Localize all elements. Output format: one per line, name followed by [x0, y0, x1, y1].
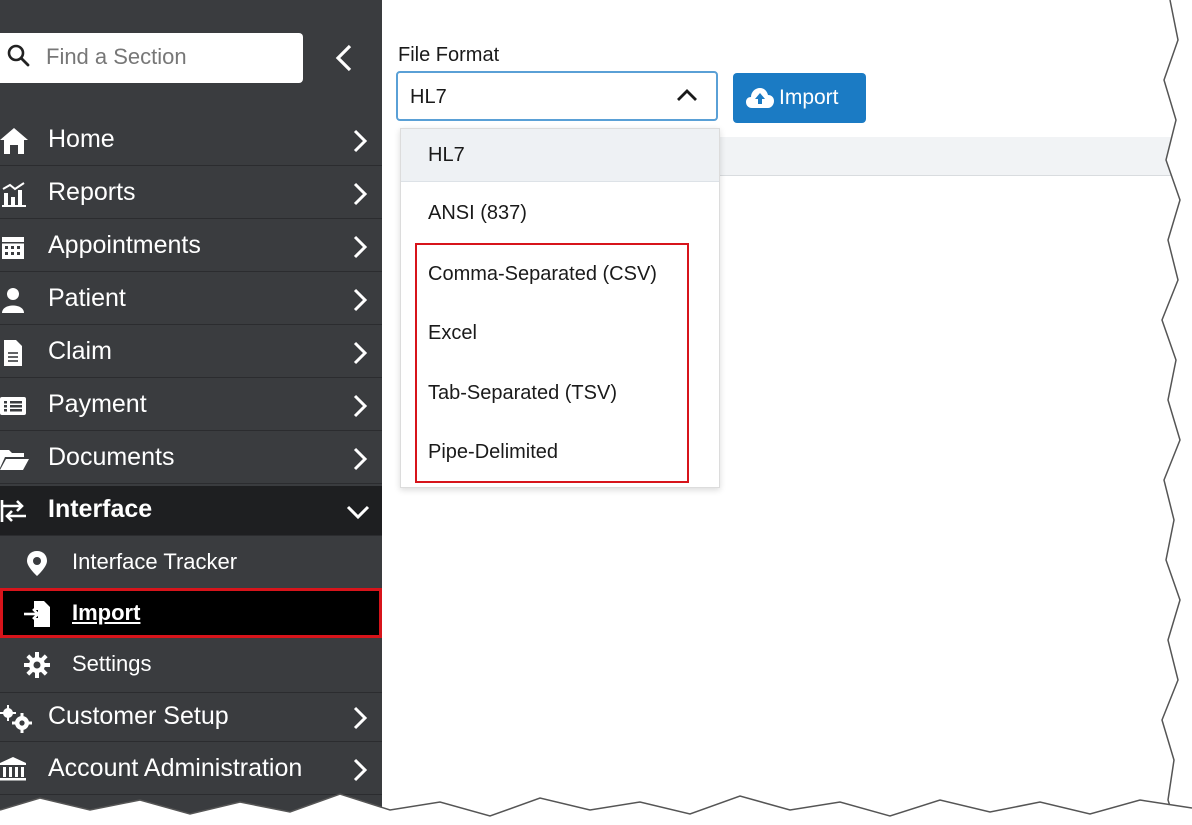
sidebar-item-reports[interactable]: Reports [0, 169, 382, 219]
document-icon [0, 340, 30, 366]
payment-icon [0, 393, 30, 419]
sidebar-item-label: Customer Setup [48, 702, 229, 730]
sidebar-item-interface[interactable]: Interface [0, 486, 382, 536]
file-format-label: File Format [398, 44, 500, 66]
dropdown-option-label: ANSI (837) [428, 202, 527, 224]
dropdown-option-excel[interactable]: Excel [401, 307, 719, 359]
map-pin-icon [24, 550, 50, 576]
dropdown-option-label: Excel [428, 322, 477, 344]
chevron-up-icon [676, 87, 698, 108]
user-icon [0, 287, 30, 313]
sidebar-item-customer-setup[interactable]: Customer Setup [0, 692, 382, 742]
content-header-bar [718, 137, 1192, 176]
collapse-sidebar-button[interactable] [330, 40, 358, 76]
reports-icon [0, 181, 30, 207]
sidebar-item-label: Claim [48, 337, 112, 365]
sidebar-subitem-settings[interactable]: Settings [0, 639, 382, 689]
dropdown-option-label: Comma-Separated (CSV) [428, 263, 657, 285]
sidebar-item-label: Patient [48, 284, 126, 312]
exchange-icon [0, 498, 30, 524]
chevron-right-icon [352, 758, 368, 782]
sidebar-item-appointments[interactable]: Appointments [0, 222, 382, 272]
sidebar-subitem-import[interactable]: Import [0, 588, 382, 638]
folder-icon [0, 446, 30, 472]
dropdown-option-pipe[interactable]: Pipe-Delimited [401, 426, 719, 478]
sidebar-item-home[interactable]: Home [0, 116, 382, 166]
sidebar-item-label: Reports [48, 178, 136, 206]
sidebar-subitem-label: Import [72, 600, 141, 625]
import-button-label: Import [779, 86, 839, 109]
chevron-right-icon [352, 341, 368, 365]
home-icon [0, 128, 30, 154]
chevron-right-icon [352, 394, 368, 418]
chevron-right-icon [352, 182, 368, 206]
sidebar-item-documents[interactable]: Documents [0, 434, 382, 484]
calendar-icon [0, 234, 30, 260]
cloud-upload-icon [745, 87, 775, 114]
dropdown-option-ansi[interactable]: ANSI (837) [401, 187, 719, 239]
sidebar-item-patient[interactable]: Patient [0, 275, 382, 325]
search-input[interactable] [46, 40, 286, 74]
file-format-select[interactable]: HL7 [396, 71, 718, 121]
import-button[interactable]: Import [733, 73, 866, 123]
search-box[interactable] [0, 33, 303, 83]
gears-icon [0, 705, 32, 733]
sidebar: Home Reports Appointments Patient Claim … [0, 0, 382, 825]
sidebar-item-label: Documents [48, 443, 175, 471]
chevron-right-icon [352, 447, 368, 471]
chevron-left-icon [335, 44, 352, 72]
sidebar-subitem-label: Interface Tracker [72, 549, 238, 574]
chevron-down-icon [346, 504, 370, 520]
sidebar-subitem-interface-tracker[interactable]: Interface Tracker [0, 537, 382, 587]
sidebar-item-label: Interface [48, 495, 153, 523]
sidebar-item-label: Payment [48, 390, 147, 418]
file-format-selected-value: HL7 [410, 86, 447, 108]
chevron-right-icon [352, 129, 368, 153]
chevron-right-icon [352, 706, 368, 730]
gear-icon [24, 652, 50, 678]
dropdown-option-hl7[interactable]: HL7 [401, 129, 719, 182]
dropdown-option-tsv[interactable]: Tab-Separated (TSV) [401, 367, 719, 419]
sidebar-item-payment[interactable]: Payment [0, 381, 382, 431]
dropdown-option-csv[interactable]: Comma-Separated (CSV) [401, 248, 719, 300]
dropdown-option-label: HL7 [428, 144, 465, 166]
dropdown-option-label: Pipe-Delimited [428, 441, 559, 463]
dropdown-option-label: Tab-Separated (TSV) [428, 382, 617, 404]
torn-edge-right [1161, 0, 1192, 825]
chevron-right-icon [352, 235, 368, 259]
chevron-right-icon [352, 288, 368, 312]
file-import-icon [24, 601, 50, 627]
file-format-dropdown-menu: HL7 ANSI (837) Comma-Separated (CSV) Exc… [400, 128, 720, 488]
search-icon [6, 43, 32, 74]
sidebar-item-claim[interactable]: Claim [0, 328, 382, 378]
torn-edge-bottom [0, 793, 1192, 825]
main-panel: File Format HL7 Import HL7 ANSI (837) Co… [382, 0, 1192, 825]
sidebar-item-label: Home [48, 125, 115, 153]
sidebar-item-label: Account Administration [48, 754, 303, 782]
sidebar-subitem-label: Settings [72, 651, 152, 676]
sidebar-item-label: Appointments [48, 231, 201, 259]
